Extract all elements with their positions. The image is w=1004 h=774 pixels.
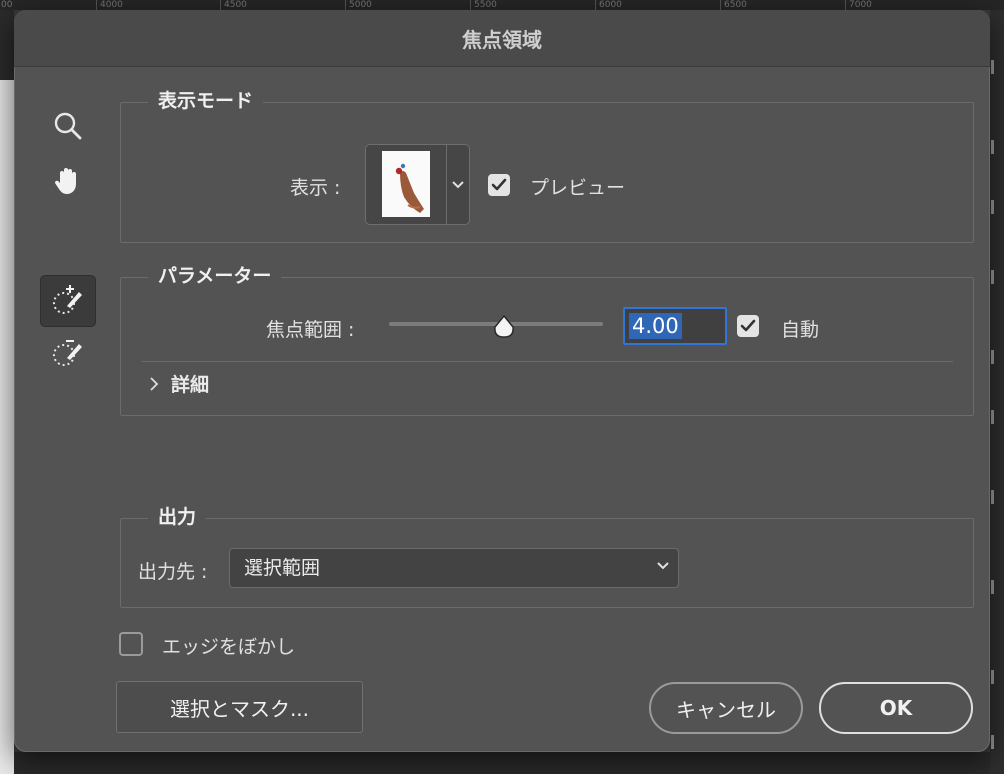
- auto-label: 自動: [781, 319, 820, 341]
- focus-range-label: 焦点範囲 :: [266, 319, 355, 341]
- hand-icon: [54, 168, 76, 194]
- output-to-select[interactable]: 選択範囲: [229, 548, 679, 588]
- details-label: 詳細: [171, 374, 210, 396]
- ruler-label: 6000: [595, 0, 622, 10]
- slider-knob[interactable]: [492, 314, 516, 340]
- ruler-label: 5000: [345, 0, 372, 10]
- parameters-group: [120, 277, 974, 416]
- dialog-title: 焦点領域: [462, 27, 542, 52]
- select-and-mask-label: 選択とマスク...: [169, 696, 310, 721]
- view-mode-title: 表示モード: [148, 89, 264, 113]
- magnifier-icon: [54, 112, 82, 140]
- preview-thumbnail: [382, 151, 430, 217]
- ruler-label: 4500: [220, 0, 247, 10]
- select-and-mask-button[interactable]: 選択とマスク...: [116, 681, 363, 733]
- focus-range-value: 4.00: [629, 313, 682, 339]
- chevron-right-icon: [150, 376, 159, 391]
- focus-range-input[interactable]: 4.00: [623, 307, 727, 345]
- chevron-down-icon: [657, 562, 669, 570]
- output-to-value: 選択範囲: [244, 557, 321, 579]
- canvas-ruler: 00 4000 4500 5000 5500 6000 6500 7000: [0, 0, 1004, 10]
- hand-tool-button[interactable]: [41, 155, 95, 205]
- focus-area-dialog: 焦点領域 表示モード 表示 : プレビュー パラメーター 焦点範囲: 4.00…: [14, 10, 990, 752]
- output-title: 出力: [148, 505, 207, 529]
- ruler-label: 5500: [470, 0, 497, 10]
- tool-panel-edge: [990, 10, 1004, 774]
- output-to-label: 出力先 :: [138, 561, 208, 583]
- focus-area-add-tool-button[interactable]: [40, 275, 96, 327]
- cancel-button[interactable]: キャンセル: [649, 682, 803, 734]
- view-mode-picker[interactable]: [365, 144, 470, 225]
- focus-area-subtract-tool-button[interactable]: [41, 328, 95, 378]
- soften-edge-label: エッジをぼかし: [162, 636, 296, 658]
- canvas-bottom: [14, 752, 990, 774]
- cancel-label: キャンセル: [676, 697, 776, 722]
- soften-edge-checkbox[interactable]: [119, 632, 143, 656]
- preview-checkbox[interactable]: [488, 174, 510, 196]
- brush-subtract-icon: [53, 340, 82, 366]
- ok-button[interactable]: OK: [819, 682, 973, 734]
- brush-add-icon: [53, 285, 82, 314]
- auto-checkbox[interactable]: [737, 315, 759, 337]
- thumbnail-image: [395, 163, 424, 213]
- zoom-tool-button[interactable]: [41, 101, 95, 151]
- ruler-label: 7000: [845, 0, 872, 10]
- parameters-divider: [142, 361, 953, 362]
- preview-label: プレビュー: [530, 177, 626, 199]
- ruler-label: 4000: [96, 0, 123, 10]
- checkmark-icon: [740, 319, 756, 332]
- ok-label: OK: [879, 696, 913, 720]
- ruler-label: 6500: [720, 0, 747, 10]
- view-label: 表示 :: [290, 177, 341, 199]
- checkmark-icon: [491, 178, 507, 191]
- parameters-title: パラメーター: [148, 264, 282, 288]
- details-disclosure[interactable]: 詳細: [149, 370, 209, 397]
- dialog-titlebar[interactable]: 焦点領域: [14, 10, 990, 67]
- view-mode-dropdown-toggle[interactable]: [446, 145, 469, 224]
- canvas-edge: [0, 10, 14, 774]
- ruler-label: 00: [1, 0, 13, 10]
- chevron-down-icon: [452, 180, 464, 188]
